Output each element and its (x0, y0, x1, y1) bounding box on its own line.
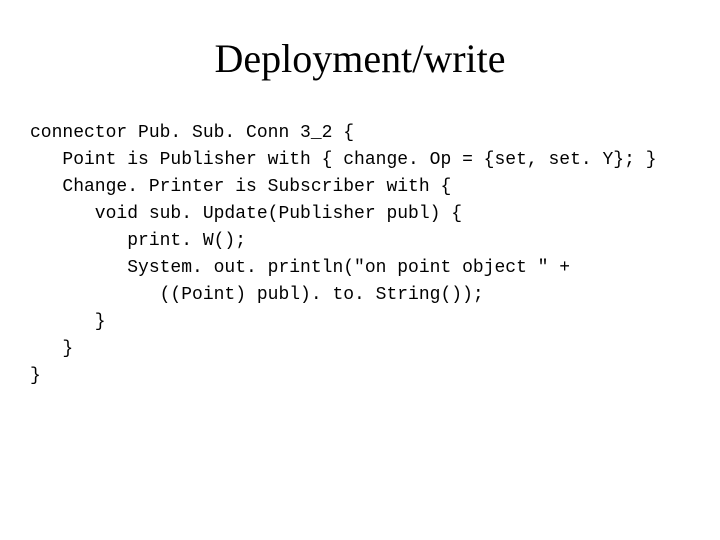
code-line-3: Change. Printer is Subscriber with { (30, 177, 451, 197)
code-line-6: System. out. println("on point object " … (30, 258, 570, 278)
code-line-10: } (30, 366, 41, 386)
code-line-5: print. W(); (30, 231, 246, 251)
slide-title: Deployment/write (20, 35, 700, 82)
code-line-4: void sub. Update(Publisher publ) { (30, 204, 462, 224)
slide-container: Deployment/write connector Pub. Sub. Con… (0, 0, 720, 540)
code-line-8: } (30, 312, 106, 332)
code-line-1: connector Pub. Sub. Conn 3_2 { (30, 123, 354, 143)
code-block: connector Pub. Sub. Conn 3_2 { Point is … (20, 120, 700, 390)
code-line-7: ((Point) publ). to. String()); (30, 285, 484, 305)
code-line-9: } (30, 339, 73, 359)
code-line-2: Point is Publisher with { change. Op = {… (30, 150, 657, 170)
